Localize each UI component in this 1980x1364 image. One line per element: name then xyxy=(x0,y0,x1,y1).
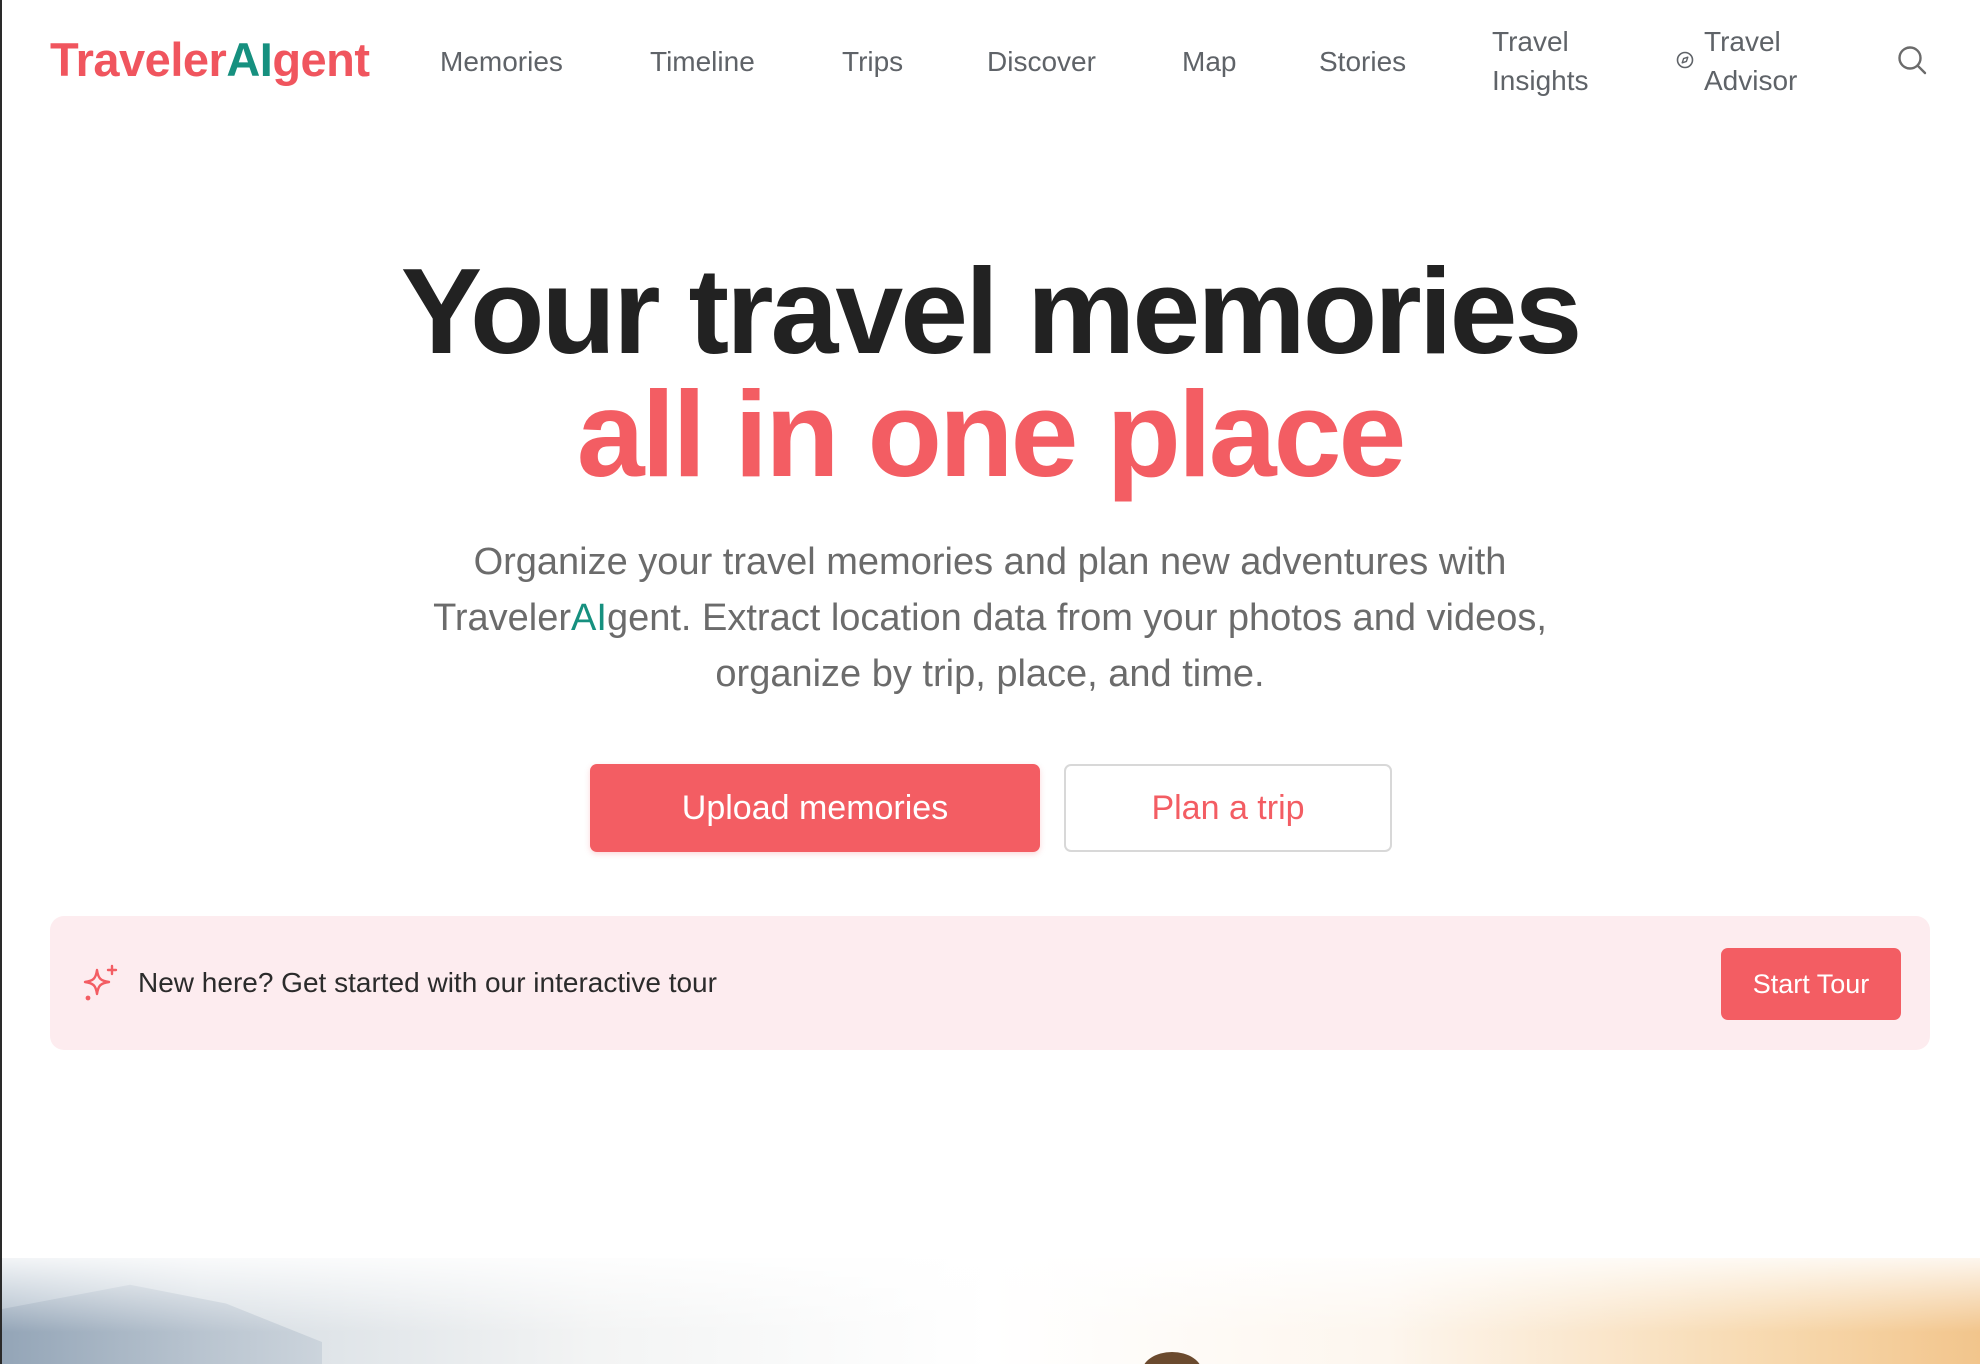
hero-subtitle-ai: AI xyxy=(571,597,607,639)
compass-icon xyxy=(1676,51,1694,69)
nav-item-map[interactable]: Map xyxy=(1182,42,1236,81)
logo-text-ai: AI xyxy=(226,33,273,86)
top-navigation: TravelerAIgent Memories Timeline Trips D… xyxy=(0,0,1980,124)
hero-title: Your travel memories xyxy=(400,243,1583,379)
hero-subtitle: Organize your travel memories and plan n… xyxy=(390,534,1590,702)
logo-text-gent: gent xyxy=(272,33,370,86)
sparkles-icon xyxy=(83,964,118,1001)
start-tour-button[interactable]: Start Tour xyxy=(1721,948,1901,1020)
nav-item-travel-insights[interactable]: Travel Insights xyxy=(1492,22,1612,100)
nav-item-discover[interactable]: Discover xyxy=(987,42,1096,81)
nav-item-memories[interactable]: Memories xyxy=(440,42,563,81)
hero-background-image xyxy=(2,1258,1980,1364)
nav-item-trips[interactable]: Trips xyxy=(842,42,903,81)
image-haze xyxy=(2,1258,1980,1364)
tour-banner-text: New here? Get started with our interacti… xyxy=(138,967,717,998)
nav-item-stories[interactable]: Stories xyxy=(1319,42,1406,81)
plan-trip-button[interactable]: Plan a trip xyxy=(1064,764,1392,852)
nav-item-travel-advisor[interactable]: Travel Advisor xyxy=(1704,22,1824,100)
brand-logo[interactable]: TravelerAIgent xyxy=(50,30,370,90)
logo-text-traveler: Traveler xyxy=(50,33,227,86)
nav-item-timeline[interactable]: Timeline xyxy=(650,42,755,81)
tour-banner: New here? Get started with our interacti… xyxy=(50,916,1930,1050)
hero-title-highlight: all in one place xyxy=(576,366,1407,502)
window-edge xyxy=(0,0,2,1364)
upload-memories-button[interactable]: Upload memories xyxy=(590,764,1040,852)
hero-subtitle-text-end: gent. Extract location data from your ph… xyxy=(606,597,1547,695)
search-icon[interactable] xyxy=(1896,44,1928,76)
